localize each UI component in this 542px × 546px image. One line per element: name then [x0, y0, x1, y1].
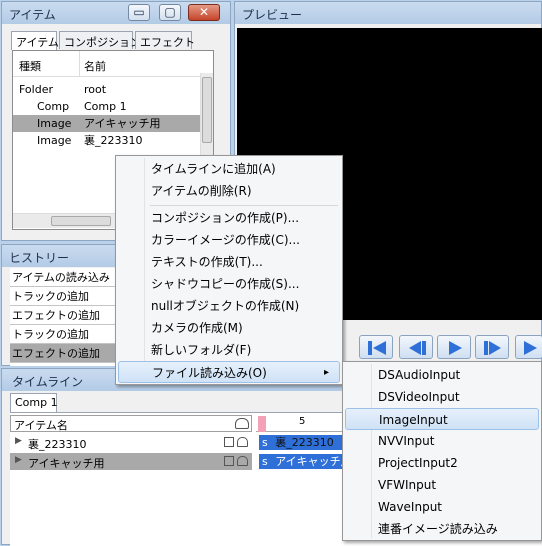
track-header-row: アイテム名 — [10, 415, 252, 432]
submenu-item-vfwinput[interactable]: VFWInput — [345, 474, 539, 496]
close-icon: ✕ — [198, 5, 210, 19]
column-divider[interactable] — [79, 51, 80, 77]
track-row[interactable]: ▶ 裏_223310 — [10, 434, 252, 451]
maximize-icon: ▢ — [164, 5, 176, 19]
play-button[interactable] — [437, 335, 471, 359]
skip-start-icon — [368, 341, 386, 355]
ruler-label: 5 — [299, 416, 306, 427]
track-name: 裏_223310 — [28, 438, 87, 451]
submenu-arrow-icon: ▸ — [323, 367, 329, 378]
item-type: Image — [37, 117, 72, 130]
menu-item-create-text[interactable]: テキストの作成(T)... — [118, 251, 340, 273]
menu-separator — [150, 205, 338, 206]
lock-icon[interactable] — [237, 437, 248, 447]
clip-name: アイキャッチ用 — [275, 455, 352, 468]
item-name: Comp 1 — [84, 100, 127, 113]
track-name: アイキャッチ用 — [28, 457, 105, 470]
track-row-selected[interactable]: ▶ アイキャッチ用 — [10, 453, 252, 470]
scrollbar-thumb[interactable] — [51, 216, 111, 226]
item-type: Comp — [37, 100, 70, 113]
step-back-icon — [409, 341, 426, 355]
close-button[interactable]: ✕ — [188, 4, 220, 21]
submenu-item-dsvideoinput[interactable]: DSVideoInput — [345, 386, 539, 408]
lock-all-icon[interactable] — [235, 418, 249, 429]
clip-name: 裏_223310 — [275, 436, 334, 449]
playhead-marker[interactable] — [258, 416, 266, 432]
maximize-button[interactable]: ▢ — [159, 4, 181, 21]
minimize-button[interactable]: ▭ — [128, 4, 150, 21]
skip-end-icon — [524, 341, 537, 355]
list-item[interactable]: Image 裏_223310 — [13, 132, 213, 149]
lock-icon[interactable] — [237, 456, 248, 466]
preview-panel-title: プレビュー — [235, 2, 541, 24]
menu-item-create-shadow-copy[interactable]: シャドウコピーの作成(S)... — [118, 273, 340, 295]
skip-to-end-button[interactable] — [515, 335, 542, 359]
visibility-icon[interactable] — [224, 456, 234, 466]
list-item[interactable]: Folder root — [13, 81, 213, 98]
minimize-icon: ▭ — [133, 5, 145, 19]
column-type[interactable]: 種類 — [19, 58, 41, 74]
expand-arrow-icon[interactable]: ▶ — [15, 455, 22, 465]
tab-effects[interactable]: エフェクト — [135, 31, 195, 49]
submenu-item-waveinput[interactable]: WaveInput — [345, 496, 539, 518]
menu-item-label: ファイル読み込み(O) — [152, 366, 267, 380]
submenu-item-projectinput2[interactable]: ProjectInput2 — [345, 452, 539, 474]
visibility-icon[interactable] — [224, 437, 234, 447]
scrollbar-thumb[interactable] — [202, 77, 212, 143]
menu-item-new-folder[interactable]: 新しいフォルダ(F) — [118, 339, 340, 361]
item-name: 裏_223310 — [84, 134, 143, 147]
expand-arrow-icon[interactable]: ▶ — [15, 436, 22, 446]
menu-item-create-composition[interactable]: コンポジションの作成(P)... — [118, 207, 340, 229]
menu-item-add-to-timeline[interactable]: タイムラインに追加(A) — [118, 158, 340, 180]
submenu-item-imageinput[interactable]: ImageInput — [345, 408, 539, 430]
clip-marker: s — [262, 436, 268, 449]
column-name[interactable]: 名前 — [84, 58, 106, 74]
submenu-item-nvvinput[interactable]: NVVInput — [345, 430, 539, 452]
item-type: Folder — [19, 83, 53, 96]
list-item[interactable]: Comp Comp 1 — [13, 98, 213, 115]
step-forward-icon — [484, 341, 501, 355]
track-header-label: アイテム名 — [14, 419, 68, 432]
submenu-item-dsaudioinput[interactable]: DSAudioInput — [345, 364, 539, 386]
item-type: Image — [37, 134, 72, 147]
skip-to-start-button[interactable] — [359, 335, 393, 359]
list-item-selected[interactable]: Image アイキャッチ用 — [13, 115, 201, 132]
context-menu: タイムラインに追加(A) アイテムの削除(R) コンポジションの作成(P)...… — [115, 155, 343, 385]
menu-item-create-color-image[interactable]: カラーイメージの作成(C)... — [118, 229, 340, 251]
submenu-item-sequence-image-import[interactable]: 連番イメージ読み込み — [345, 518, 539, 540]
import-submenu: DSAudioInput DSVideoInput ImageInput NVV… — [342, 361, 542, 541]
item-tabs: アイテム コンポジション エフェクト — [11, 31, 225, 51]
menu-item-delete-item[interactable]: アイテムの削除(R) — [118, 180, 340, 202]
tab-comp-1[interactable]: Comp 1 — [10, 393, 58, 412]
play-icon — [449, 341, 462, 355]
step-back-button[interactable] — [399, 335, 433, 359]
step-forward-button[interactable] — [475, 335, 509, 359]
menu-item-import-file[interactable]: ファイル読み込み(O) ▸ — [118, 361, 340, 383]
menu-item-create-null-object[interactable]: nullオブジェクトの作成(N) — [118, 295, 340, 317]
tab-items[interactable]: アイテム — [11, 31, 59, 50]
item-list-header: 種類 名前 — [13, 51, 203, 77]
item-name: root — [84, 83, 107, 96]
menu-item-create-camera[interactable]: カメラの作成(M) — [118, 317, 340, 339]
clip-marker: s — [262, 455, 268, 468]
item-name: アイキャッチ用 — [84, 117, 161, 130]
tab-composition[interactable]: コンポジション — [59, 31, 141, 49]
